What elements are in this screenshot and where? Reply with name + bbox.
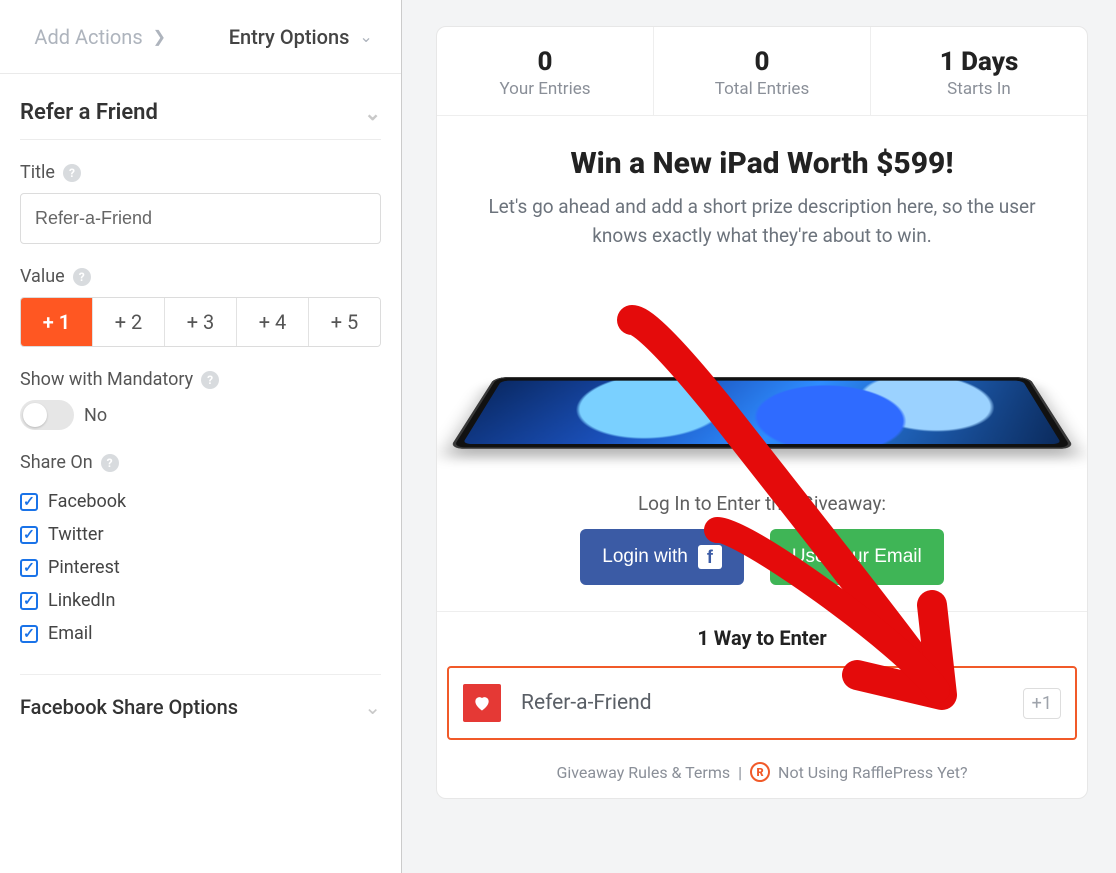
section-fb-share-label: Facebook Share Options bbox=[20, 695, 238, 719]
checkbox-checked-icon: ✓ bbox=[20, 559, 38, 577]
prize-image[interactable] bbox=[437, 274, 1087, 474]
checkbox-checked-icon: ✓ bbox=[20, 625, 38, 643]
checkbox-checked-icon: ✓ bbox=[20, 526, 38, 544]
settings-sidebar: Add Actions ❯ Entry Options ⌄ Refer a Fr… bbox=[0, 0, 402, 873]
help-icon[interactable]: ? bbox=[73, 268, 91, 286]
section-refer-friend[interactable]: Refer a Friend ⌄ bbox=[20, 92, 381, 140]
shareon-pinterest[interactable]: ✓ Pinterest bbox=[20, 551, 381, 584]
mandatory-toggle[interactable] bbox=[20, 400, 74, 430]
tab-add-actions[interactable]: Add Actions ❯ bbox=[0, 0, 201, 73]
refer-friend-panel: Refer a Friend ⌄ Title ? Value ? + 1 + 2… bbox=[0, 74, 401, 743]
stat-total-entries-value: 0 bbox=[654, 47, 870, 77]
giveaway-subhead[interactable]: Let's go ahead and add a short prize des… bbox=[469, 193, 1055, 250]
entry-value-badge: +1 bbox=[1023, 688, 1061, 719]
value-label-row: Value ? bbox=[20, 266, 381, 287]
title-label-row: Title ? bbox=[20, 162, 381, 183]
shareon-facebook[interactable]: ✓ Facebook bbox=[20, 485, 381, 518]
toggle-knob-icon bbox=[23, 403, 47, 427]
help-icon[interactable]: ? bbox=[101, 454, 119, 472]
footer-separator: | bbox=[738, 763, 742, 782]
giveaway-headline[interactable]: Win a New iPad Worth $599! bbox=[469, 146, 1055, 181]
rafflepress-badge-icon: R bbox=[750, 762, 770, 782]
stat-total-entries-label: Total Entries bbox=[654, 79, 870, 99]
title-label: Title bbox=[20, 162, 55, 183]
tab-add-actions-label: Add Actions bbox=[34, 25, 142, 49]
stat-starts-in: 1 Days Starts In bbox=[870, 27, 1087, 115]
value-btn-3[interactable]: + 3 bbox=[165, 298, 237, 346]
login-facebook-button[interactable]: Login with f bbox=[580, 529, 744, 585]
stat-your-entries-label: Your Entries bbox=[437, 79, 653, 99]
shareon-label-row: Share On ? bbox=[20, 452, 381, 473]
login-prompt: Log In to Enter this Giveaway: bbox=[437, 492, 1087, 515]
login-block: Log In to Enter this Giveaway: Login wit… bbox=[437, 474, 1087, 611]
stats-row: 0 Your Entries 0 Total Entries 1 Days St… bbox=[437, 27, 1087, 116]
preview-area: 0 Your Entries 0 Total Entries 1 Days St… bbox=[402, 0, 1116, 873]
heart-icon bbox=[463, 684, 501, 722]
value-button-group: + 1 + 2 + 3 + 4 + 5 bbox=[20, 297, 381, 347]
shareon-email[interactable]: ✓ Email bbox=[20, 617, 381, 650]
chevron-right-icon: ❯ bbox=[153, 27, 166, 46]
section-refer-friend-label: Refer a Friend bbox=[20, 100, 158, 125]
card-footer: Giveaway Rules & Terms | R Not Using Raf… bbox=[437, 752, 1087, 798]
value-label: Value bbox=[20, 266, 65, 287]
giveaway-card: 0 Your Entries 0 Total Entries 1 Days St… bbox=[436, 26, 1088, 799]
title-input[interactable] bbox=[20, 193, 381, 244]
shareon-twitter[interactable]: ✓ Twitter bbox=[20, 518, 381, 551]
stat-starts-in-label: Starts In bbox=[871, 79, 1087, 99]
mandatory-label: Show with Mandatory bbox=[20, 369, 193, 390]
tab-entry-options[interactable]: Entry Options ⌄ bbox=[201, 0, 402, 73]
rules-terms-link[interactable]: Giveaway Rules & Terms bbox=[556, 763, 730, 782]
rafflepress-cta-link[interactable]: Not Using RafflePress Yet? bbox=[778, 763, 967, 782]
ways-to-enter-header: 1 Way to Enter bbox=[437, 611, 1087, 666]
stat-starts-in-value: 1 Days bbox=[871, 47, 1087, 77]
shareon-linkedin-label: LinkedIn bbox=[48, 590, 116, 611]
mandatory-label-row: Show with Mandatory ? bbox=[20, 369, 381, 390]
entry-refer-a-friend[interactable]: Refer-a-Friend +1 bbox=[447, 666, 1077, 740]
shareon-email-label: Email bbox=[48, 623, 93, 644]
stat-your-entries: 0 Your Entries bbox=[437, 27, 653, 115]
help-icon[interactable]: ? bbox=[201, 371, 219, 389]
tab-entry-options-label: Entry Options bbox=[229, 25, 350, 49]
shareon-twitter-label: Twitter bbox=[48, 524, 104, 545]
mandatory-toggle-state: No bbox=[84, 405, 107, 426]
headline-block: Win a New iPad Worth $599! Let's go ahea… bbox=[437, 116, 1087, 274]
section-fb-share-options[interactable]: Facebook Share Options ⌄ bbox=[20, 675, 381, 733]
entry-title: Refer-a-Friend bbox=[521, 691, 1003, 715]
mandatory-toggle-row: No bbox=[20, 400, 381, 430]
checkbox-checked-icon: ✓ bbox=[20, 493, 38, 511]
help-icon[interactable]: ? bbox=[63, 164, 81, 182]
login-facebook-label: Login with bbox=[602, 546, 688, 568]
value-btn-2[interactable]: + 2 bbox=[93, 298, 165, 346]
login-email-label: Use Your Email bbox=[792, 546, 922, 568]
chevron-down-icon: ⌄ bbox=[364, 101, 381, 125]
shareon-label: Share On bbox=[20, 452, 93, 473]
sidebar-tabs: Add Actions ❯ Entry Options ⌄ bbox=[0, 0, 401, 74]
shareon-pinterest-label: Pinterest bbox=[48, 557, 120, 578]
login-email-button[interactable]: Use Your Email bbox=[770, 529, 944, 585]
shareon-facebook-label: Facebook bbox=[48, 491, 126, 512]
value-btn-1[interactable]: + 1 bbox=[21, 298, 93, 346]
stat-total-entries: 0 Total Entries bbox=[653, 27, 870, 115]
login-buttons: Login with f Use Your Email bbox=[437, 529, 1087, 585]
shareon-linkedin[interactable]: ✓ LinkedIn bbox=[20, 584, 381, 617]
value-btn-5[interactable]: + 5 bbox=[309, 298, 380, 346]
stat-your-entries-value: 0 bbox=[437, 47, 653, 77]
chevron-down-icon: ⌄ bbox=[364, 695, 381, 719]
shareon-list: ✓Facebook ✓Twitter ✓Pinterest ✓LinkedIn … bbox=[20, 485, 381, 650]
checkbox-checked-icon: ✓ bbox=[20, 592, 38, 610]
value-btn-4[interactable]: + 4 bbox=[237, 298, 309, 346]
chevron-down-icon: ⌄ bbox=[359, 27, 372, 46]
ipad-illustration bbox=[449, 377, 1075, 449]
ipad-screen-icon bbox=[462, 381, 1061, 444]
facebook-icon: f bbox=[698, 545, 722, 569]
